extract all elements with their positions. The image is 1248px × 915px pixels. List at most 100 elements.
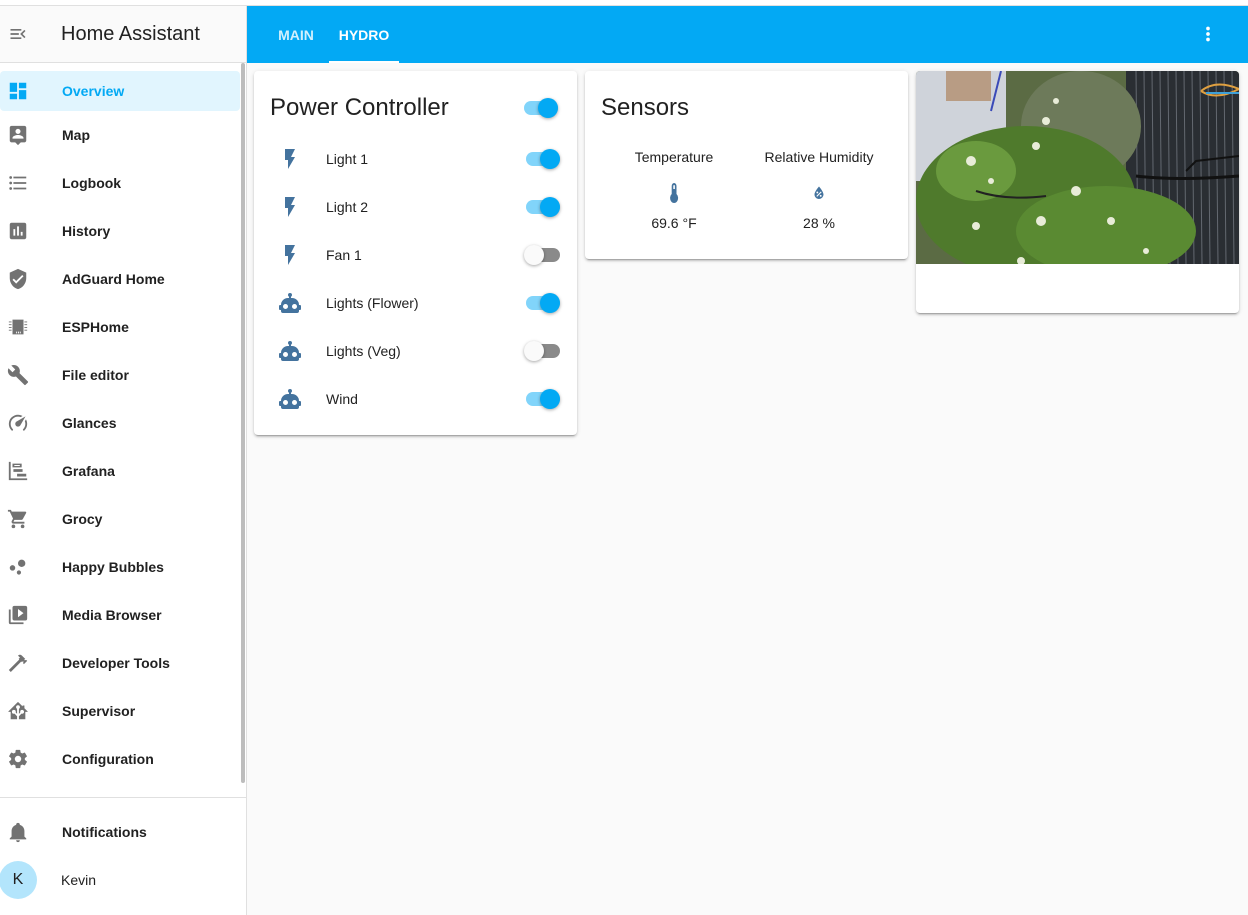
sensor-value: 28 % <box>803 215 835 231</box>
sidebar-item-adguard-home[interactable]: AdGuard Home <box>0 255 246 303</box>
sidebar-item-configuration[interactable]: Configuration <box>0 735 246 783</box>
robot-icon <box>278 387 302 411</box>
sensor-relative-humidity[interactable]: Relative Humidity 28 % <box>749 149 889 231</box>
sensor-name: Temperature <box>634 149 714 165</box>
camera-image[interactable] <box>916 71 1239 264</box>
sensors-card: Sensors Temperature 69.6 °F Relative Hum… <box>585 71 908 259</box>
chart-box-icon <box>0 219 36 243</box>
entity-toggle[interactable] <box>524 197 560 217</box>
sidebar-item-label: ESPHome <box>62 319 129 335</box>
entity-toggle[interactable] <box>524 245 560 265</box>
sidebar-item-supervisor[interactable]: Supervisor <box>0 687 246 735</box>
hammer-icon <box>0 651 36 675</box>
tab-hydro[interactable]: HYDRO <box>329 6 399 63</box>
entity-name: Wind <box>326 391 358 407</box>
entity-row-lights-flower[interactable]: Lights (Flower) <box>254 283 577 323</box>
camera-card <box>916 71 1239 313</box>
sidebar-item-logbook[interactable]: Logbook <box>0 159 246 207</box>
sidebar-item-label: Developer Tools <box>62 655 170 671</box>
sidebar-item-grafana[interactable]: Grafana <box>0 447 246 495</box>
sidebar-item-label: AdGuard Home <box>62 271 165 287</box>
sidebar-item-label: Map <box>62 127 90 143</box>
card-title: Sensors <box>601 94 690 121</box>
entity-toggle[interactable] <box>524 389 560 409</box>
entity-row-light-2[interactable]: Light 2 <box>254 187 577 227</box>
toggle-thumb <box>540 293 560 313</box>
sidebar-item-notifications[interactable]: Notifications <box>0 808 246 856</box>
robot-icon <box>278 291 302 315</box>
sidebar-item-map[interactable]: Map <box>0 111 246 159</box>
sidebar-item-media-browser[interactable]: Media Browser <box>0 591 246 639</box>
sidebar-item-user[interactable]: K Kevin <box>0 856 246 904</box>
sidebar-item-label: Supervisor <box>62 703 136 719</box>
entity-name: Lights (Flower) <box>326 295 419 311</box>
entity-row-fan-1[interactable]: Fan 1 <box>254 235 577 275</box>
toggle-thumb <box>540 389 560 409</box>
entity-toggle[interactable] <box>524 149 560 169</box>
tab-label: MAIN <box>278 26 314 43</box>
thermometer-icon <box>662 181 686 205</box>
entity-name: Light 1 <box>326 151 369 167</box>
wrench-icon <box>0 363 36 387</box>
sidebar-item-label: Media Browser <box>62 607 162 623</box>
sidebar-item-history[interactable]: History <box>0 207 246 255</box>
entity-row-wind[interactable]: Wind <box>254 379 577 419</box>
toggle-thumb <box>538 98 558 118</box>
water-percent-icon <box>807 181 831 205</box>
sidebar-item-label: Glances <box>62 415 117 431</box>
chip-icon <box>0 315 36 339</box>
menu-open-icon <box>10 29 26 39</box>
sidebar-item-glances[interactable]: Glances <box>0 399 246 447</box>
sidebar-item-happy-bubbles[interactable]: Happy Bubbles <box>0 543 246 591</box>
map-account-icon <box>0 123 36 147</box>
entity-name: Light 2 <box>326 199 369 215</box>
cog-icon <box>0 747 36 771</box>
toggle-thumb <box>524 341 544 361</box>
sidebar-item-grocy[interactable]: Grocy <box>0 495 246 543</box>
toggle-thumb <box>540 197 560 217</box>
shield-check-icon <box>0 267 36 291</box>
chart-timeline-icon <box>0 459 36 483</box>
entity-row-light-1[interactable]: Light 1 <box>254 139 577 179</box>
overflow-menu-button[interactable] <box>1196 22 1220 46</box>
card-title: Power Controller <box>270 94 449 121</box>
entity-toggle[interactable] <box>524 341 560 361</box>
tab-label: HYDRO <box>338 26 390 43</box>
speedometer-icon <box>0 411 36 435</box>
sidebar-item-label: Happy Bubbles <box>62 559 164 575</box>
user-name: Kevin <box>61 872 97 888</box>
sidebar: Home Assistant Overview Map Logbook Hist… <box>0 6 247 915</box>
sidebar-header: Home Assistant <box>0 6 246 63</box>
view-dashboard-icon <box>0 79 36 103</box>
sidebar-item-esphome[interactable]: ESPHome <box>0 303 246 351</box>
sidebar-item-label: Configuration <box>62 751 154 767</box>
avatar: K <box>0 861 37 899</box>
format-list-bulleted-icon <box>0 171 36 195</box>
header-toggle[interactable] <box>522 98 558 118</box>
sidebar-toggle-button[interactable] <box>0 16 36 52</box>
sidebar-item-label: Overview <box>62 83 125 99</box>
tab-main[interactable]: MAIN <box>265 6 327 63</box>
sidebar-item-file-editor[interactable]: File editor <box>0 351 246 399</box>
entity-row-lights-veg[interactable]: Lights (Veg) <box>254 331 577 371</box>
bell-icon <box>0 820 36 844</box>
entity-toggle[interactable] <box>524 293 560 313</box>
robot-icon <box>278 339 302 363</box>
app-bar: MAIN HYDRO <box>247 6 1248 63</box>
dots-vertical-icon <box>1206 26 1210 42</box>
sidebar-item-developer-tools[interactable]: Developer Tools <box>0 639 246 687</box>
entity-name: Lights (Veg) <box>326 343 401 359</box>
sidebar-nav: Overview Map Logbook History AdGuard Hom… <box>0 63 246 798</box>
sensor-value: 69.6 °F <box>651 215 697 231</box>
sidebar-scrollbar[interactable] <box>241 63 245 783</box>
toggle-thumb <box>524 245 544 265</box>
home-assistant-icon <box>0 699 36 723</box>
flash-icon <box>278 243 302 267</box>
sidebar-divider <box>0 797 246 798</box>
sidebar-item-label: File editor <box>62 367 129 383</box>
flash-icon <box>278 195 302 219</box>
sensor-temperature[interactable]: Temperature 69.6 °F <box>604 149 744 231</box>
sidebar-item-overview[interactable]: Overview <box>0 71 240 111</box>
toggle-thumb <box>540 149 560 169</box>
active-tab-indicator <box>329 61 399 63</box>
